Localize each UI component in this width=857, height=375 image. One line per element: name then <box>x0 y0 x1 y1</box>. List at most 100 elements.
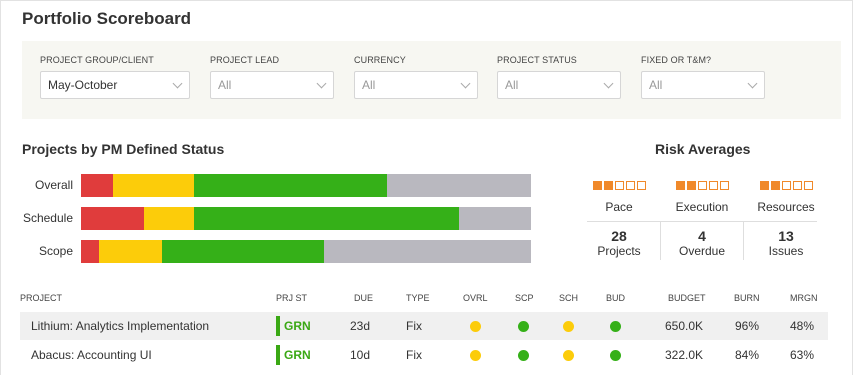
risk-square <box>719 181 729 190</box>
column-header-mrgn[interactable]: MRGN <box>790 293 818 303</box>
column-header-due[interactable]: DUE <box>354 293 373 303</box>
risk-section-title: Risk Averages <box>655 141 751 157</box>
risk-level-indicator <box>579 181 659 190</box>
risk-square <box>697 181 707 190</box>
bar-label-scope: Scope <box>38 244 73 258</box>
stat-label: Overdue <box>678 244 726 258</box>
project-name[interactable]: Lithium: Analytics Implementation <box>31 312 209 340</box>
risk-square <box>781 181 791 190</box>
filter-project-status: PROJECT STATUS All <box>497 55 621 99</box>
stat-label: Projects <box>597 244 641 258</box>
budget-status-dot <box>610 350 621 361</box>
type-value: Fix <box>406 348 422 362</box>
bar-label-schedule: Schedule <box>22 211 73 225</box>
risk-square <box>592 181 602 190</box>
select-value: All <box>505 78 519 92</box>
bar-segment-red <box>81 174 113 197</box>
column-header-type[interactable]: TYPE <box>406 293 430 303</box>
table-row[interactable]: Abacus: Accounting UI GRN 10d Fix 322.0K… <box>20 341 828 369</box>
risk-resources: Resources <box>746 181 826 214</box>
project-name[interactable]: Abacus: Accounting UI <box>31 341 152 369</box>
overall-status-dot <box>470 350 481 361</box>
divider <box>743 222 744 260</box>
project-status-badge: GRN <box>276 345 311 365</box>
project-status-select[interactable]: All <box>497 71 621 99</box>
column-header-prj-st[interactable]: PRJ ST <box>276 293 307 303</box>
overall-status-dot <box>470 321 481 332</box>
bar-segment-green <box>193 174 387 197</box>
bar-segment-gray <box>324 240 531 263</box>
stat-number: 4 <box>698 228 706 244</box>
select-value: All <box>649 78 663 92</box>
filter-label: FIXED OR T&M? <box>641 55 712 65</box>
chevron-down-icon <box>172 78 183 89</box>
scope-status-dot <box>518 321 529 332</box>
page-title: Portfolio Scoreboard <box>22 9 192 28</box>
status-section-title: Projects by PM Defined Status <box>22 141 225 157</box>
status-bar-scope <box>81 240 531 263</box>
filter-project-lead: PROJECT LEAD All <box>210 55 334 99</box>
due-value: 23d <box>350 319 371 333</box>
margin-value: 48% <box>790 319 815 333</box>
bar-segment-green <box>193 207 459 230</box>
project-lead-select[interactable]: All <box>210 71 334 99</box>
stat-issues: 13 Issues <box>747 228 825 258</box>
stat-number: 28 <box>611 228 627 244</box>
risk-square <box>803 181 813 190</box>
column-header-scp[interactable]: SCP <box>515 293 534 303</box>
risk-square <box>636 181 646 190</box>
risk-square <box>603 181 613 190</box>
column-header-project[interactable]: PROJECT <box>20 293 62 303</box>
bar-segment-yellow <box>99 240 162 263</box>
risk-square <box>675 181 685 190</box>
risk-square <box>625 181 635 190</box>
select-value: May-October <box>48 78 118 92</box>
divider <box>587 221 817 222</box>
risk-square <box>708 181 718 190</box>
scope-status-dot <box>518 350 529 361</box>
bar-segment-yellow <box>112 174 194 197</box>
risk-square <box>614 181 624 190</box>
chevron-down-icon <box>747 78 758 89</box>
risk-level-indicator <box>662 181 742 190</box>
stat-projects: 28 Projects <box>580 228 658 258</box>
column-header-sch[interactable]: SCH <box>559 293 578 303</box>
risk-square <box>686 181 696 190</box>
filter-label: PROJECT STATUS <box>497 55 577 65</box>
filter-currency: CURRENCY All <box>354 55 478 99</box>
budget-value: 650.0K <box>665 319 704 333</box>
schedule-status-dot <box>563 350 574 361</box>
filter-label: CURRENCY <box>354 55 406 65</box>
stat-number: 13 <box>778 228 794 244</box>
budget-status-dot <box>610 321 621 332</box>
chevron-down-icon <box>460 78 471 89</box>
burn-value: 84% <box>735 348 760 362</box>
column-header-ovrl[interactable]: OVRL <box>463 293 488 303</box>
project-group-select[interactable]: May-October <box>40 71 190 99</box>
bar-segment-red <box>81 240 99 263</box>
divider <box>660 222 661 260</box>
column-header-bud[interactable]: BUD <box>606 293 625 303</box>
bar-segment-yellow <box>144 207 194 230</box>
margin-value: 63% <box>790 348 815 362</box>
column-header-budget[interactable]: BUDGET <box>668 293 706 303</box>
type-value: Fix <box>406 319 422 333</box>
column-header-burn[interactable]: BURN <box>734 293 760 303</box>
fixed-tm-select[interactable]: All <box>641 71 765 99</box>
status-bar-overall <box>81 174 531 197</box>
risk-name: Execution <box>675 200 729 214</box>
table-row[interactable]: Lithium: Analytics Implementation GRN 23… <box>20 312 828 340</box>
risk-square <box>792 181 802 190</box>
filter-label: PROJECT GROUP/CLIENT <box>40 55 154 65</box>
bar-segment-gray <box>459 207 531 230</box>
stat-label: Issues <box>768 244 804 258</box>
risk-square <box>770 181 780 190</box>
bar-segment-red <box>81 207 144 230</box>
risk-pace: Pace <box>579 181 659 214</box>
due-value: 10d <box>350 348 371 362</box>
select-value: All <box>362 78 376 92</box>
chevron-down-icon <box>316 78 327 89</box>
stat-overdue: 4 Overdue <box>663 228 741 258</box>
select-value: All <box>218 78 232 92</box>
currency-select[interactable]: All <box>354 71 478 99</box>
